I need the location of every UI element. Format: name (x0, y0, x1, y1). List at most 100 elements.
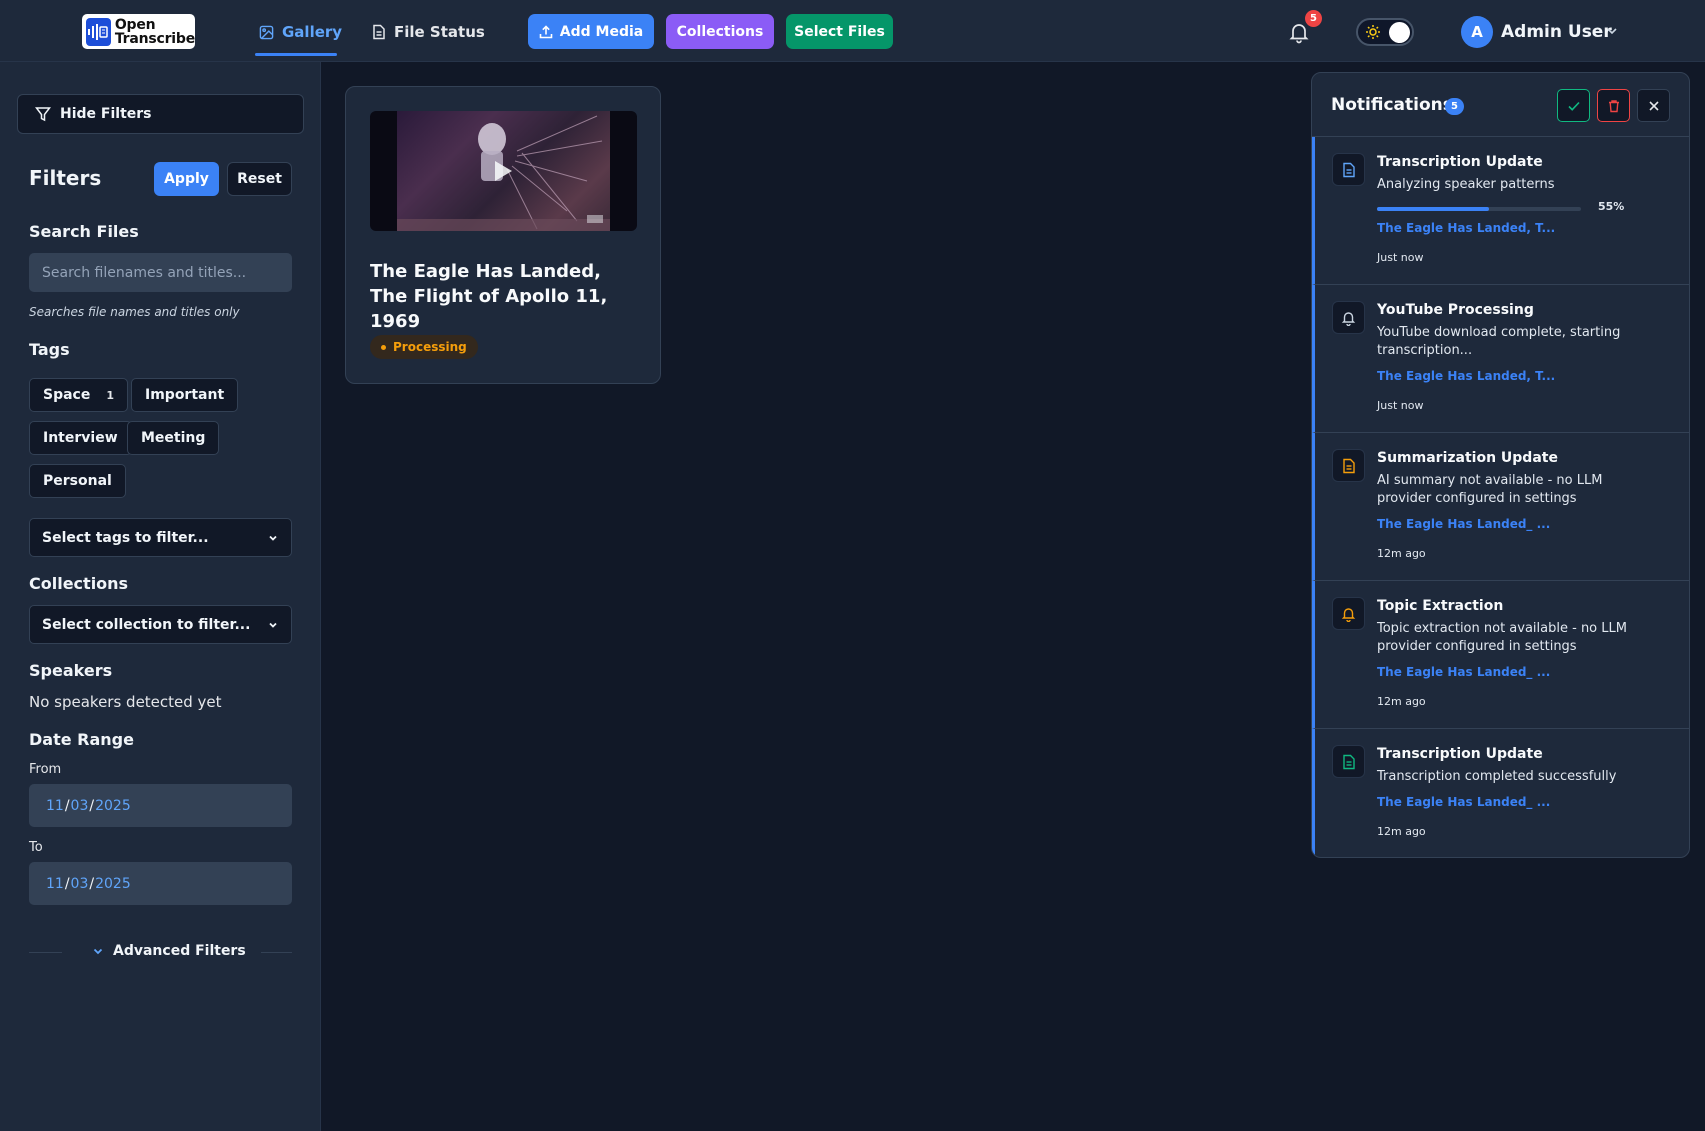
tab-gallery[interactable]: Gallery (259, 14, 342, 50)
tag-label: Important (145, 387, 225, 403)
tag-label: Interview (43, 430, 118, 446)
notification-item[interactable]: Transcription Update Analyzing speaker p… (1312, 137, 1689, 285)
tag-label: Space (43, 387, 91, 403)
theme-toggle[interactable] (1356, 18, 1414, 46)
notification-message: Topic extraction not available - no LLM … (1377, 621, 1627, 654)
notifications-header: Notifications 5 (1312, 73, 1689, 137)
hide-filters-button[interactable]: Hide Filters (17, 94, 304, 134)
tag-chip-space[interactable]: Space 1 (29, 378, 129, 412)
notification-file-link[interactable]: The Eagle Has Landed, T... (1377, 369, 1555, 383)
notification-file-link[interactable]: The Eagle Has Landed_ ... (1377, 517, 1550, 531)
notification-title: YouTube Processing (1377, 302, 1534, 318)
search-input[interactable] (29, 253, 292, 292)
collections-select-value: Select collection to filter... (42, 616, 251, 633)
notification-title: Transcription Update (1377, 746, 1543, 762)
tag-chip-important[interactable]: Important (131, 378, 239, 412)
chevron-down-icon (92, 945, 104, 957)
notification-item[interactable]: Transcription Update Transcription compl… (1312, 729, 1689, 857)
logo-text: Open Transcribe (114, 16, 195, 47)
tags-select-value: Select tags to filter... (42, 529, 209, 546)
notifications-count-badge: 5 (1445, 98, 1464, 115)
chevron-down-icon[interactable] (1606, 25, 1618, 37)
add-media-label: Add Media (559, 23, 644, 40)
chevron-down-icon (267, 532, 279, 544)
mark-all-read-button[interactable] (1557, 89, 1590, 122)
hide-filters-label: Hide Filters (60, 106, 152, 122)
reset-button[interactable]: Reset (227, 162, 292, 196)
clear-all-button[interactable] (1597, 89, 1630, 122)
date-month: 11 (46, 797, 64, 814)
tags-select[interactable]: Select tags to filter... (29, 518, 292, 557)
notification-file-link[interactable]: The Eagle Has Landed_ ... (1377, 665, 1550, 679)
status-badge: Processing (370, 335, 478, 359)
tab-file-status[interactable]: File Status (372, 14, 485, 50)
tag-chip-personal[interactable]: Personal (29, 464, 126, 498)
tag-chip-meeting[interactable]: Meeting (127, 421, 220, 455)
notification-message: AI summary not available - no LLM provid… (1377, 473, 1603, 506)
video-thumbnail[interactable] (370, 111, 637, 231)
date-year: 2025 (95, 797, 131, 814)
tab-gallery-label: Gallery (282, 23, 343, 41)
notification-count-badge: 5 (1305, 10, 1322, 27)
media-card-title[interactable]: The Eagle Has Landed, The Flight of Apol… (370, 259, 640, 334)
tag-chip-interview[interactable]: Interview (29, 421, 132, 455)
collections-select[interactable]: Select collection to filter... (29, 605, 292, 644)
avatar[interactable]: A (1461, 16, 1493, 48)
collections-button[interactable]: Collections (666, 14, 774, 49)
notification-item[interactable]: YouTube Processing YouTube download comp… (1312, 285, 1689, 433)
add-media-button[interactable]: Add Media (528, 14, 654, 49)
notifications-title: Notifications (1331, 95, 1453, 115)
notification-item[interactable]: Summarization Update AI summary not avai… (1312, 433, 1689, 581)
status-label: Processing (393, 340, 467, 354)
close-icon (1648, 100, 1660, 112)
notification-message: Analyzing speaker patterns (1377, 177, 1555, 192)
date-from-input[interactable]: 11/03/2025 (29, 784, 292, 827)
close-notifications-button[interactable] (1637, 89, 1670, 122)
date-day: 03 (70, 875, 89, 892)
notification-message: Transcription completed successfully (1377, 769, 1617, 784)
document-icon (1332, 745, 1365, 778)
filter-icon (35, 106, 51, 122)
notification-time: 12m ago (1377, 695, 1426, 708)
user-name[interactable]: Admin User (1501, 22, 1612, 42)
notifications-panel: Notifications 5 Transcription Update Ana… (1311, 72, 1690, 858)
progress-bar (1377, 207, 1581, 211)
bell-icon (1332, 597, 1365, 630)
apply-button[interactable]: Apply (154, 162, 219, 196)
date-to-input[interactable]: 11/03/2025 (29, 862, 292, 905)
notification-item[interactable]: Topic Extraction Topic extraction not av… (1312, 581, 1689, 729)
sun-icon (1365, 24, 1381, 40)
active-tab-indicator (255, 53, 337, 56)
media-card[interactable]: The Eagle Has Landed, The Flight of Apol… (345, 86, 661, 384)
chevron-down-icon (267, 619, 279, 631)
trash-icon (1607, 99, 1621, 113)
speakers-empty-text: No speakers detected yet (29, 693, 222, 711)
notification-time: Just now (1377, 399, 1424, 412)
select-files-button[interactable]: Select Files (786, 14, 893, 49)
app-logo[interactable]: Open Transcribe (82, 14, 195, 49)
file-icon (372, 24, 386, 40)
to-label: To (29, 840, 43, 855)
check-icon (1567, 99, 1581, 113)
notification-title: Transcription Update (1377, 154, 1543, 170)
advanced-filters-toggle[interactable]: Advanced Filters (29, 940, 292, 964)
notification-file-link[interactable]: The Eagle Has Landed, T... (1377, 221, 1555, 235)
divider (261, 952, 292, 953)
bell-icon (1332, 301, 1365, 334)
image-icon (259, 25, 274, 40)
notification-file-link[interactable]: The Eagle Has Landed_ ... (1377, 795, 1550, 809)
speakers-title: Speakers (29, 661, 113, 680)
notification-message: YouTube download complete, starting tran… (1377, 325, 1621, 358)
upload-icon (539, 24, 553, 39)
notification-time: 12m ago (1377, 547, 1426, 560)
progress-percent: 55% (1598, 200, 1625, 213)
tags-title: Tags (29, 340, 70, 359)
notification-title: Topic Extraction (1377, 598, 1504, 614)
filters-title: Filters (29, 166, 102, 190)
search-hint: Searches file names and titles only (29, 305, 240, 319)
tag-label: Personal (43, 473, 112, 489)
toggle-knob (1389, 22, 1410, 43)
top-navigation-bar: Open Transcribe Gallery File Status Add … (0, 0, 1705, 62)
date-range-title: Date Range (29, 730, 134, 749)
play-icon[interactable] (492, 159, 514, 183)
